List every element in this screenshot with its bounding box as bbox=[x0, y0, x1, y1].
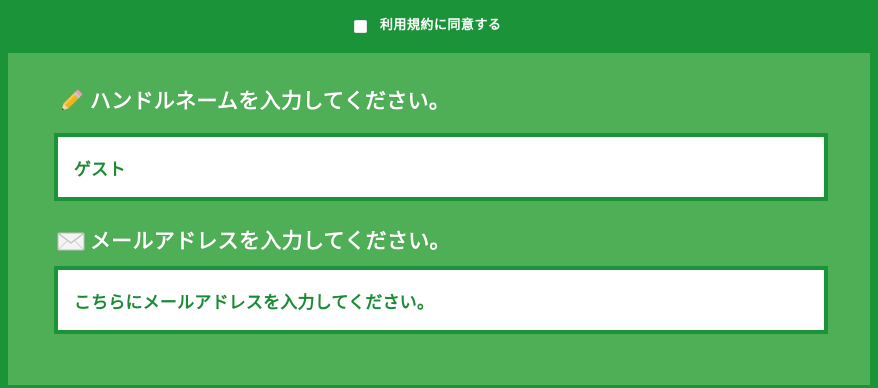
form-page: 利用規約に同意する ハンドルネームを入力してください。 ゲスト メールアドレスを… bbox=[0, 0, 878, 388]
agreement-bar: 利用規約に同意する bbox=[0, 0, 878, 50]
handle-name-heading: ハンドルネームを入力してください。 bbox=[56, 86, 450, 116]
email-placeholder: こちらにメールアドレスを入力してください。 bbox=[74, 292, 435, 313]
terms-checkbox-label[interactable]: 利用規約に同意する bbox=[380, 17, 502, 35]
envelope-icon bbox=[56, 226, 86, 256]
pencil-icon bbox=[56, 86, 86, 116]
email-heading-text: メールアドレスを入力してください。 bbox=[90, 229, 451, 253]
handle-name-value: ゲスト bbox=[74, 159, 126, 180]
terms-agreement-toggle[interactable]: 利用規約に同意する bbox=[354, 17, 502, 35]
handle-name-input[interactable]: ゲスト bbox=[54, 133, 828, 201]
handle-name-heading-text: ハンドルネームを入力してください。 bbox=[90, 89, 451, 113]
input-panel: ハンドルネームを入力してください。 ゲスト メールアドレスを入力してください。 … bbox=[8, 53, 870, 385]
email-input[interactable]: こちらにメールアドレスを入力してください。 bbox=[54, 266, 828, 334]
terms-checkbox[interactable] bbox=[354, 19, 367, 33]
email-heading: メールアドレスを入力してください。 bbox=[56, 226, 451, 256]
